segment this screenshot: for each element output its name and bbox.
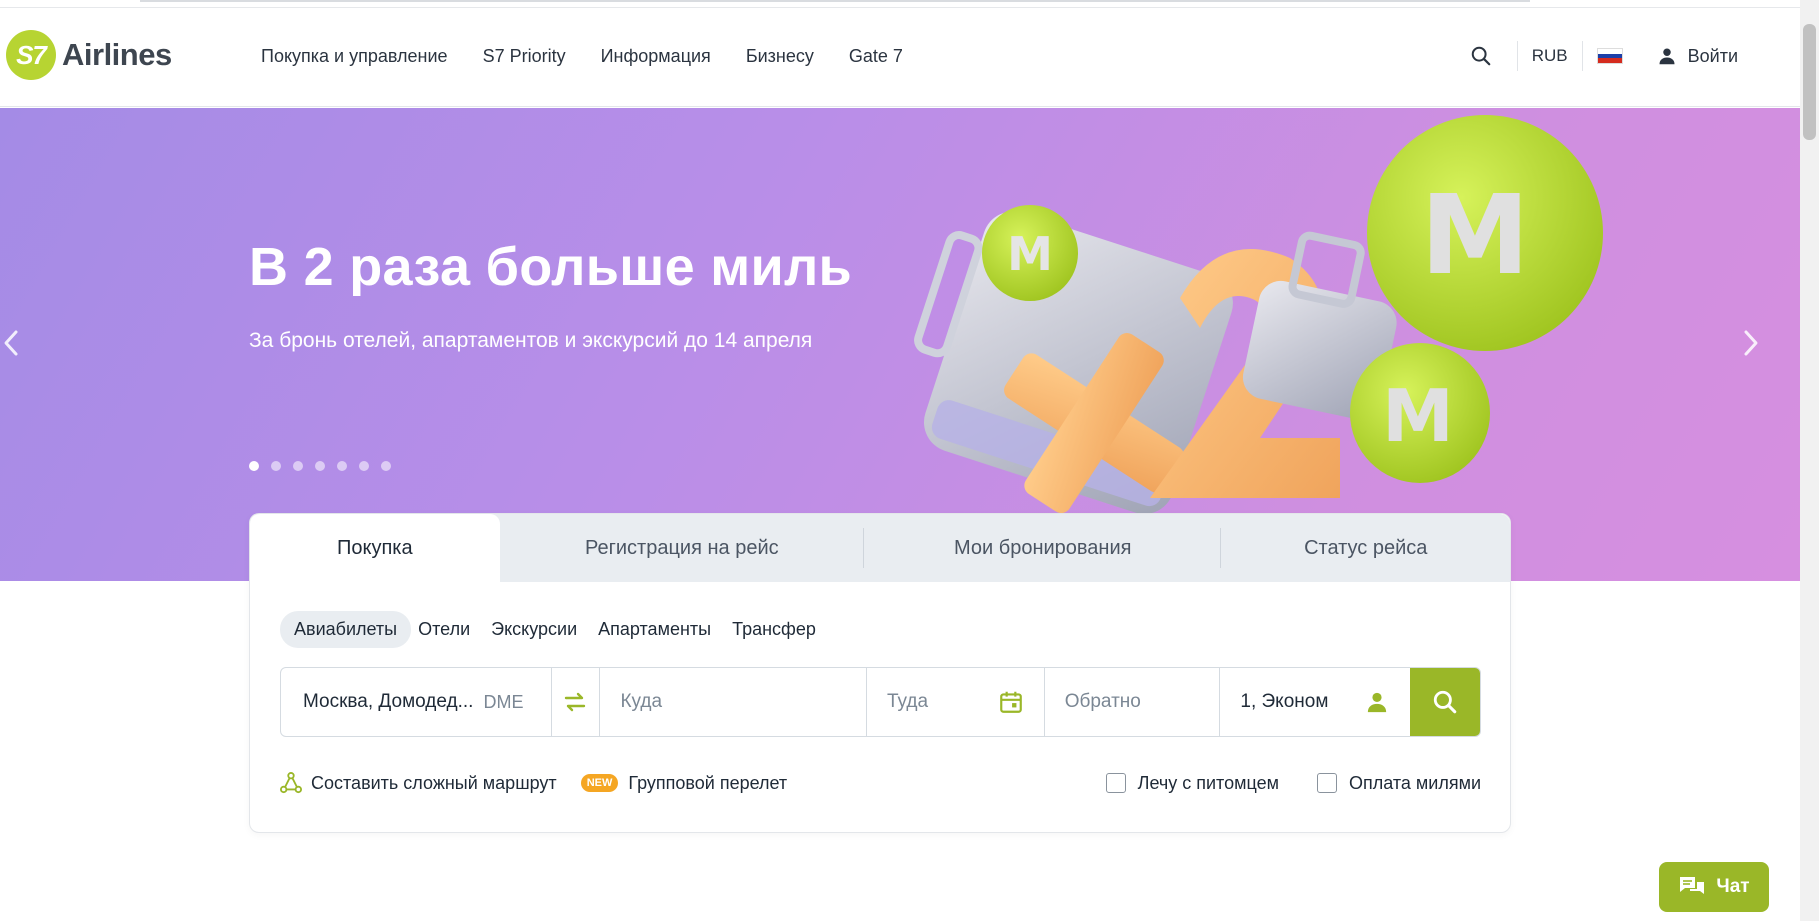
slider-dot[interactable]: [271, 461, 281, 471]
subtab-hotels[interactable]: Отели: [418, 611, 484, 648]
group-flight-link[interactable]: NEW Групповой перелет: [580, 772, 788, 794]
slider-dot[interactable]: [249, 461, 259, 471]
tab-flight-status[interactable]: Статус рейса: [1221, 514, 1510, 582]
user-icon: [1659, 48, 1675, 65]
scrollbar-thumb[interactable]: [1803, 24, 1816, 140]
login-button[interactable]: Войти: [1658, 46, 1738, 67]
nav-business[interactable]: Бизнесу: [746, 46, 814, 67]
product-subtabs: Авиабилеты Отели Экскурсии Апартаменты Т…: [280, 611, 837, 648]
slider-dot[interactable]: [359, 461, 369, 471]
booking-tabs: Покупка Регистрация на рейс Мои брониров…: [250, 514, 1510, 582]
swap-button[interactable]: [550, 668, 601, 736]
group-flight-label: Групповой перелет: [628, 772, 788, 793]
complex-route-label: Составить сложный маршрут: [311, 772, 557, 793]
header-tools: RUB Войти: [1459, 34, 1800, 78]
subtab-apartments[interactable]: Апартаменты: [598, 611, 725, 648]
pet-label: Лечу с питомцем: [1137, 772, 1279, 793]
s7-logo[interactable]: S7 Airlines: [6, 30, 172, 80]
miles-checkbox[interactable]: Оплата милями: [1316, 772, 1481, 794]
header-search-button[interactable]: [1459, 34, 1503, 78]
calendar-icon: [999, 691, 1022, 713]
search-icon: [1433, 690, 1457, 714]
chat-button[interactable]: Чат: [1659, 862, 1769, 912]
page-scrollbar[interactable]: [1800, 0, 1819, 921]
search-checkboxes: Лечу с питомцем Оплата милями: [1068, 773, 1481, 794]
subtab-flights[interactable]: Авиабилеты: [280, 611, 412, 648]
tab-check-in[interactable]: Регистрация на рейс: [500, 514, 865, 582]
search-flights-button[interactable]: [1410, 668, 1480, 736]
site-header: S7 Airlines Покупка и управление S7 Prio…: [0, 8, 1800, 107]
logo-text: Airlines: [62, 37, 172, 72]
login-label: Войти: [1687, 45, 1738, 66]
miles-label: Оплата милями: [1348, 772, 1481, 793]
tab-purchase[interactable]: Покупка: [250, 514, 500, 582]
svg-text:M: M: [1420, 171, 1529, 299]
checkbox-box[interactable]: [1316, 773, 1337, 793]
slider-dot[interactable]: [293, 461, 303, 471]
new-badge: NEW: [580, 774, 619, 792]
search-options: Составить сложный маршрут NEW Групповой …: [280, 768, 1481, 798]
depart-placeholder: Туда: [886, 691, 929, 712]
pet-checkbox[interactable]: Лечу с питомцем: [1105, 772, 1279, 794]
chevron-left-icon[interactable]: [0, 326, 24, 360]
depart-date-field[interactable]: Туда: [867, 668, 1045, 736]
origin-value: Москва, Домодед...: [303, 691, 474, 712]
slider-dot[interactable]: [381, 461, 391, 471]
currency-selector[interactable]: RUB: [1532, 46, 1568, 66]
divider: [1629, 41, 1630, 71]
slider-dots: [249, 461, 391, 471]
browser-top-edge: [0, 0, 1800, 8]
hero-title: В 2 раза больше миль: [249, 237, 853, 297]
search-icon: [1471, 46, 1491, 66]
subtab-excursions[interactable]: Экскурсии: [491, 611, 591, 648]
tab-label: Покупка: [336, 536, 413, 559]
passengers-field[interactable]: 1, Эконом: [1220, 668, 1410, 736]
return-date-field[interactable]: Обратно: [1045, 668, 1221, 736]
hero-banner[interactable]: В 2 раза больше миль За бронь отелей, ап…: [0, 108, 1800, 581]
route-icon: [280, 772, 302, 794]
booking-widget: Покупка Регистрация на рейс Мои брониров…: [249, 513, 1511, 833]
nav-gate7[interactable]: Gate 7: [849, 46, 903, 67]
tab-label: Статус рейса: [1304, 536, 1428, 559]
hero-subtitle: За бронь отелей, апартаментов и экскурси…: [249, 329, 813, 352]
return-placeholder: Обратно: [1064, 691, 1141, 712]
subtab-transfer[interactable]: Трансфер: [732, 611, 830, 648]
main-nav: Покупка и управление S7 Priority Информа…: [261, 46, 938, 67]
slider-dot[interactable]: [315, 461, 325, 471]
tab-label: Мои бронирования: [954, 536, 1132, 559]
checkbox-box[interactable]: [1105, 773, 1126, 793]
destination-placeholder: Куда: [620, 691, 663, 712]
nav-s7-priority[interactable]: S7 Priority: [483, 46, 566, 67]
complex-route-link[interactable]: Составить сложный маршрут: [280, 772, 557, 794]
slider-dot[interactable]: [337, 461, 347, 471]
svg-text:M: M: [1007, 227, 1053, 281]
nav-information[interactable]: Информация: [601, 46, 711, 67]
passenger-icon: [1367, 692, 1387, 713]
passengers-value: 1, Эконом: [1240, 691, 1329, 712]
logo-mark: S7: [6, 30, 56, 80]
tab-label: Регистрация на рейс: [585, 536, 779, 559]
chat-label: Чат: [1716, 876, 1750, 897]
origin-code: DME: [483, 691, 524, 712]
svg-text:M: M: [1382, 374, 1454, 458]
origin-field[interactable]: Москва, Домодед... DME: [281, 668, 551, 736]
divider: [1516, 41, 1518, 71]
chevron-right-icon[interactable]: [1738, 326, 1762, 360]
swap-arrows-icon: [565, 692, 586, 712]
divider: [1581, 41, 1583, 71]
chat-bubbles-icon: [1680, 877, 1705, 894]
language-flag-icon[interactable]: [1596, 48, 1623, 64]
nav-purchase[interactable]: Покупка и управление: [261, 46, 448, 67]
destination-field[interactable]: Куда: [600, 668, 867, 736]
flight-search-form: Москва, Домодед... DME Куда Туда Обратно…: [280, 667, 1481, 737]
tab-my-bookings[interactable]: Мои бронирования: [864, 514, 1222, 582]
promo-illustration: M M M: [914, 115, 1603, 515]
top-divider: [140, 0, 1530, 2]
